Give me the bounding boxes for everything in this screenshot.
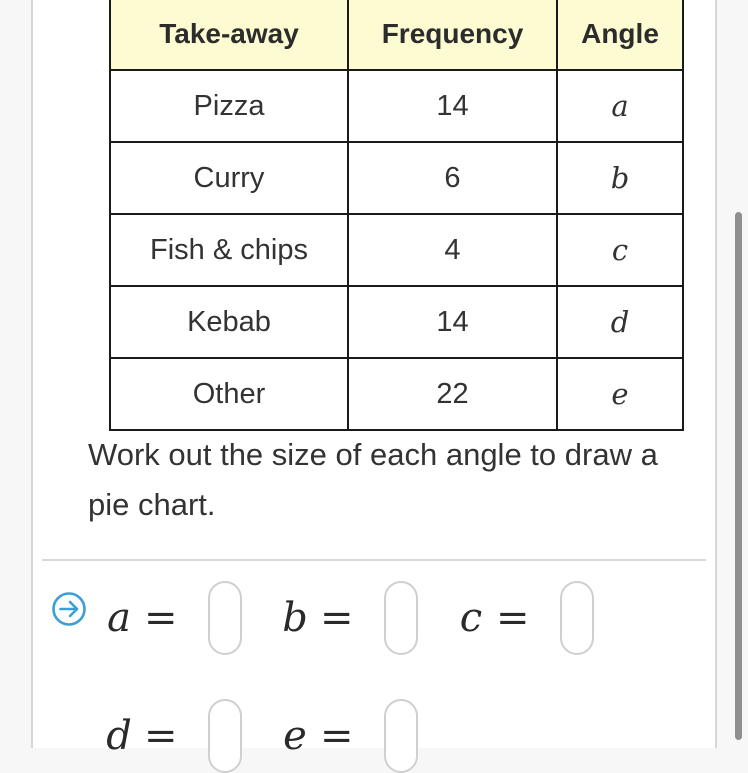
- equals-sign: =: [320, 595, 354, 641]
- frequency-cell: 4: [347, 213, 558, 287]
- header-takeaway: Take-away: [109, 0, 349, 71]
- instruction-text: Work out the size of each angle to draw …: [88, 437, 658, 522]
- answer-d-input[interactable]: [208, 699, 242, 773]
- answer-d: d =: [100, 699, 242, 773]
- takeaway-cell: Other: [109, 357, 349, 431]
- arrow-right-circle-icon[interactable]: [51, 591, 87, 627]
- scrollbar-thumb[interactable]: [735, 212, 742, 740]
- variable-label: c: [459, 595, 483, 641]
- angle-cell: c: [556, 213, 684, 287]
- angle-cell: a: [556, 69, 684, 143]
- variable-label: b: [282, 595, 308, 641]
- angle-cell: e: [556, 357, 684, 431]
- equals-sign: =: [496, 595, 530, 641]
- table-row: Other 22 e: [109, 357, 684, 431]
- table-row: Kebab 14 d: [109, 285, 684, 359]
- takeaway-cell: Pizza: [109, 69, 349, 143]
- equals-sign: =: [144, 595, 178, 641]
- frequency-cell: 14: [347, 285, 558, 359]
- answer-a: a =: [100, 581, 242, 655]
- frequency-cell: 6: [347, 141, 558, 215]
- frequency-cell: 22: [347, 357, 558, 431]
- takeaway-cell: Curry: [109, 141, 349, 215]
- takeaway-cell: Fish & chips: [109, 213, 349, 287]
- equals-sign: =: [144, 713, 178, 759]
- frequency-cell: 14: [347, 69, 558, 143]
- section-divider: [42, 559, 706, 561]
- header-frequency: Frequency: [347, 0, 558, 71]
- variable-label: a: [107, 595, 131, 641]
- equals-sign: =: [320, 713, 354, 759]
- table-header-row: Take-away Frequency Angle: [109, 0, 684, 71]
- answer-e-input[interactable]: [384, 699, 418, 773]
- angle-cell: b: [556, 141, 684, 215]
- takeaway-cell: Kebab: [109, 285, 349, 359]
- answer-b: b =: [276, 581, 418, 655]
- answer-c: c =: [452, 581, 594, 655]
- table-row: Curry 6 b: [109, 141, 684, 215]
- variable-label: e: [283, 713, 307, 759]
- answer-a-input[interactable]: [208, 581, 242, 655]
- table-row: Pizza 14 a: [109, 69, 684, 143]
- header-angle: Angle: [556, 0, 684, 71]
- table-row: Fish & chips 4 c: [109, 213, 684, 287]
- frequency-table: Take-away Frequency Angle Pizza 14 a Cur…: [109, 0, 684, 431]
- angle-cell: d: [556, 285, 684, 359]
- answer-b-input[interactable]: [384, 581, 418, 655]
- answer-e: e =: [276, 699, 418, 773]
- variable-label: d: [106, 713, 132, 759]
- answer-c-input[interactable]: [560, 581, 594, 655]
